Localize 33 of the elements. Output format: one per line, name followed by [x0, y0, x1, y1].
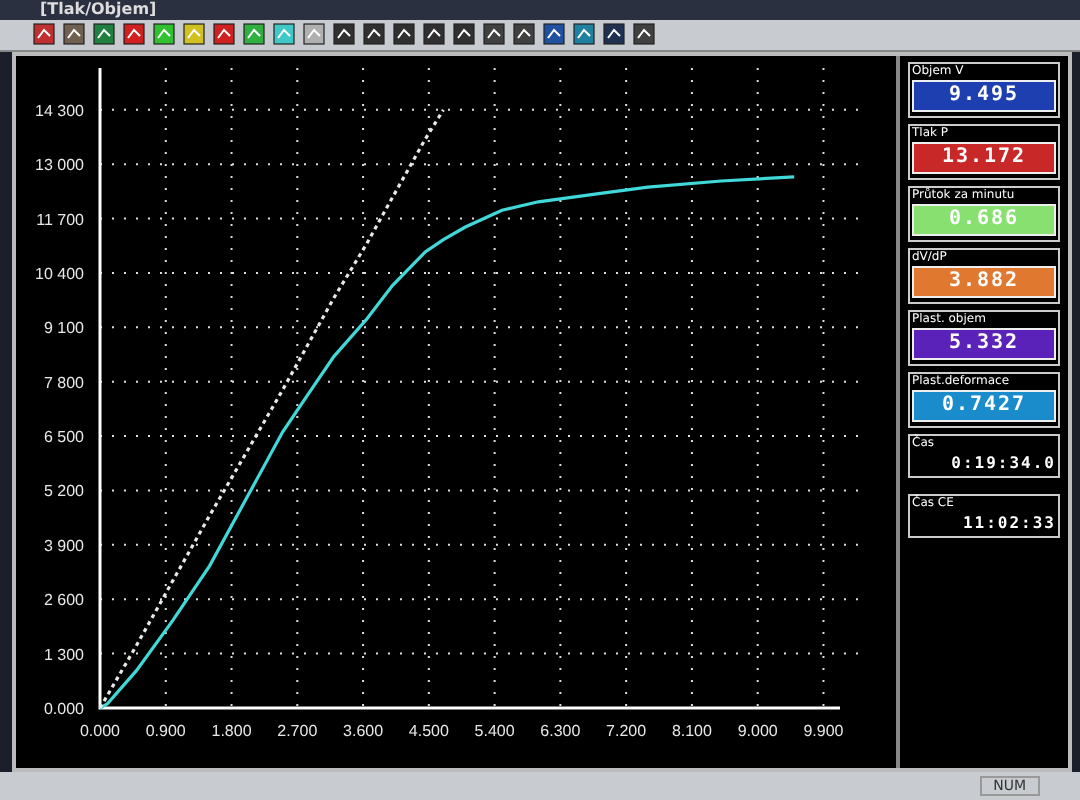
readout-value: 0:19:34.0: [949, 451, 1056, 474]
y-tick-label: 3 900: [43, 536, 84, 555]
x-tick-label: 5.400: [474, 721, 515, 740]
readout-value: 11:02:33: [960, 511, 1056, 534]
x-tick-label: 1.800: [211, 721, 252, 740]
x-tick-label: 9.000: [737, 721, 778, 740]
y-tick-label: 1 300: [43, 645, 84, 664]
y-tick-label: 10 400: [35, 264, 84, 283]
readout-value: 3.882: [912, 265, 1056, 298]
y-tick-label: 11 700: [36, 210, 84, 229]
x-tick-label: 0.900: [145, 721, 186, 740]
y-tick-label: 7 800: [43, 373, 84, 392]
y-tick-label: 13 000: [35, 156, 84, 175]
readout-value: 5.332: [912, 327, 1056, 360]
readout-value: 0.7427: [912, 389, 1056, 422]
window-title: [Tlak/Objem]: [40, 0, 157, 20]
x-tick-label: 9.900: [803, 721, 844, 740]
readout-value: 9.495: [912, 79, 1056, 112]
readout-value: 0.686: [912, 203, 1056, 236]
y-tick-label: 5 200: [43, 482, 84, 501]
y-tick-label: 9 100: [43, 319, 84, 338]
x-tick-label: 0.000: [79, 721, 121, 740]
x-tick-label: 6.300: [540, 721, 581, 740]
y-tick-label: 14 300: [35, 101, 84, 120]
readout-value: 13.172: [912, 141, 1056, 174]
x-tick-label: 7.200: [606, 721, 647, 740]
y-tick-label: 2 600: [43, 591, 84, 610]
x-tick-label: 3.600: [343, 721, 384, 740]
y-tick-label: 6 500: [43, 428, 84, 446]
x-tick-label: 2.700: [277, 721, 318, 740]
x-tick-label: 4.500: [408, 721, 449, 740]
x-tick-label: 8.100: [671, 721, 712, 740]
y-tick-label: 0.000: [43, 699, 84, 718]
